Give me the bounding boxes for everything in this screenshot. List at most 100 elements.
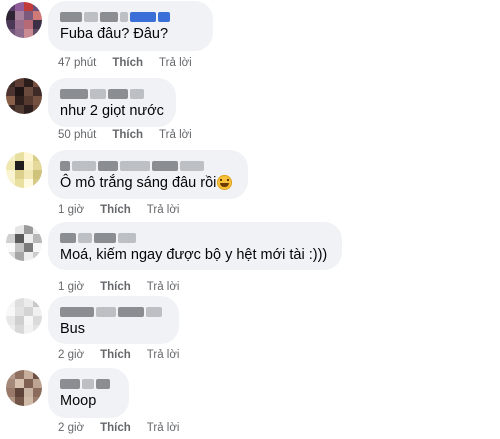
commenter-name-blurred[interactable] [60, 85, 146, 99]
avatar-pixel [33, 78, 42, 87]
avatar-pixel [15, 179, 24, 188]
like-button[interactable]: Thích [100, 204, 131, 216]
avatar-pixel [15, 170, 24, 179]
avatar-pixel [15, 20, 24, 29]
avatar-pixel [33, 179, 42, 188]
comment-6: Moop 2 giờ Thích Trả lời [0, 367, 500, 439]
avatar-pixel [15, 11, 24, 20]
commenter-name-blurred[interactable] [60, 303, 164, 317]
comment-bubble: Moá, kiếm ngay được bộ y hệt mới tài :))… [48, 222, 342, 270]
avatar-pixel [24, 78, 33, 87]
comment-timestamp[interactable]: 1 giờ [58, 281, 84, 293]
avatar-pixel [15, 78, 24, 87]
avatar-pixel [6, 370, 15, 379]
comment-bubble: Fuba đâu? Đâu? [48, 1, 213, 51]
comment-bubble: Moop [48, 368, 129, 418]
comment-meta: 1 giờ Thích Trả lời [58, 281, 179, 293]
comment-timestamp[interactable]: 2 giờ [58, 422, 84, 434]
avatar-pixel [6, 225, 15, 234]
avatar-pixel [33, 397, 42, 406]
avatar-pixel [24, 152, 33, 161]
reply-button[interactable]: Trả lời [147, 204, 180, 216]
avatar-pixel [6, 96, 15, 105]
comment-3: Ô mô trắng sáng đâu rồi 1 giờ Thích Trả lờ… [0, 150, 500, 225]
avatar-pixel [15, 370, 24, 379]
avatar-pixel [33, 11, 42, 20]
laughing-emoji-icon [217, 175, 233, 190]
commenter-name-blurred[interactable] [60, 157, 206, 171]
commenter-avatar[interactable] [6, 370, 42, 406]
commenter-avatar[interactable] [6, 152, 42, 188]
reply-button[interactable]: Trả lời [159, 57, 192, 69]
comment-meta: 2 giờ Thích Trả lời [58, 422, 179, 434]
avatar-pixel [33, 105, 42, 114]
avatar-pixel [33, 298, 42, 307]
avatar-pixel [15, 29, 24, 38]
comment-bubble: như 2 giọt nước [48, 78, 176, 127]
avatar-pixel [33, 87, 42, 96]
commenter-name-blurred[interactable] [60, 375, 112, 389]
avatar-pixel [24, 397, 33, 406]
avatar-pixel [33, 152, 42, 161]
avatar-pixel [33, 170, 42, 179]
avatar-pixel [6, 87, 15, 96]
commenter-avatar[interactable] [6, 2, 42, 38]
avatar-pixel [24, 379, 33, 388]
avatar-pixel [6, 179, 15, 188]
avatar-pixel [24, 2, 33, 11]
commenter-avatar[interactable] [6, 298, 42, 334]
like-button[interactable]: Thích [100, 349, 131, 361]
avatar-pixel [15, 234, 24, 243]
like-button[interactable]: Thích [112, 129, 143, 141]
avatar-pixel [24, 307, 33, 316]
avatar-pixel [6, 325, 15, 334]
avatar-pixel [24, 316, 33, 325]
reply-button[interactable]: Trả lời [147, 349, 180, 361]
avatar-pixel [15, 243, 24, 252]
avatar-pixel [6, 252, 15, 261]
commenter-name-blurred[interactable] [60, 8, 172, 22]
avatar-pixel [33, 307, 42, 316]
avatar-pixel [6, 307, 15, 316]
avatar-pixel [6, 170, 15, 179]
avatar-pixel [6, 29, 15, 38]
comment-bubble: Ô mô trắng sáng đâu rồi [48, 150, 248, 199]
avatar-pixel [15, 325, 24, 334]
avatar-pixel [33, 234, 42, 243]
avatar-pixel [6, 105, 15, 114]
commenter-avatar[interactable] [6, 78, 42, 114]
avatar-pixel [24, 161, 33, 170]
reply-button[interactable]: Trả lời [147, 422, 180, 434]
comment-timestamp[interactable]: 47 phút [58, 57, 96, 69]
like-button[interactable]: Thích [100, 422, 131, 434]
commenter-name-blurred[interactable] [60, 229, 138, 243]
avatar-pixel [15, 298, 24, 307]
avatar-pixel [24, 243, 33, 252]
avatar-pixel [6, 20, 15, 29]
comment-timestamp[interactable]: 1 giờ [58, 204, 84, 216]
comment-text-content: Ô mô trắng sáng đâu rồi [60, 175, 217, 191]
avatar-pixel [24, 11, 33, 20]
like-button[interactable]: Thích [112, 57, 143, 69]
comment-meta: 50 phút Thích Trả lời [58, 129, 192, 141]
reply-button[interactable]: Trả lời [159, 129, 192, 141]
avatar-pixel [6, 152, 15, 161]
comment-timestamp[interactable]: 2 giờ [58, 349, 84, 361]
comment-timestamp[interactable]: 50 phút [58, 129, 96, 141]
commenter-avatar[interactable] [6, 225, 42, 261]
avatar-pixel [6, 11, 15, 20]
avatar-pixel [15, 225, 24, 234]
like-button[interactable]: Thích [100, 281, 131, 293]
comment-text: Bus [60, 321, 85, 337]
avatar-pixel [15, 388, 24, 397]
avatar-pixel [33, 370, 42, 379]
avatar-pixel [33, 325, 42, 334]
comment-5: Bus 2 giờ Thích Trả lời [0, 295, 500, 367]
avatar-pixel [24, 87, 33, 96]
avatar-pixel [15, 307, 24, 316]
comment-1: Fuba đâu? Đâu? 47 phút Thích Trả lời [0, 0, 500, 75]
avatar-pixel [33, 388, 42, 397]
reply-button[interactable]: Trả lời [147, 281, 180, 293]
comment-text: như 2 giọt nước [60, 103, 164, 119]
avatar-pixel [24, 170, 33, 179]
